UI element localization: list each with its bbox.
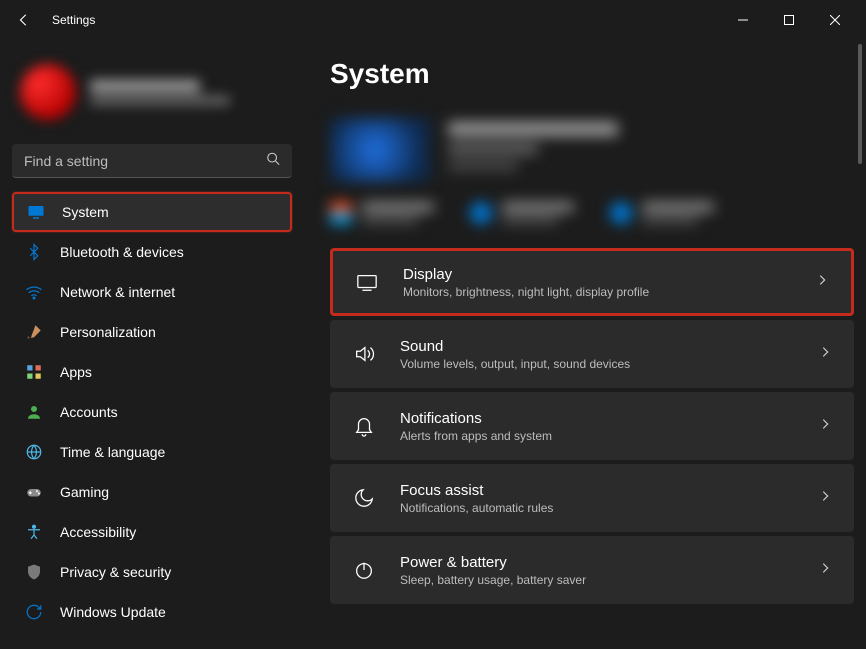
card-subtitle: Volume levels, output, input, sound devi… <box>400 357 818 371</box>
card-title: Sound <box>400 338 818 355</box>
chevron-right-icon <box>818 345 832 364</box>
sidebar-item-label: Bluetooth & devices <box>60 244 184 260</box>
sidebar-item-label: Windows Update <box>60 604 166 620</box>
person-icon <box>24 402 44 422</box>
card-title: Focus assist <box>400 482 818 499</box>
card-subtitle: Notifications, automatic rules <box>400 501 818 515</box>
setting-card-display[interactable]: Display Monitors, brightness, night ligh… <box>330 248 854 316</box>
chevron-right-icon <box>818 561 832 580</box>
sidebar-item-label: Network & internet <box>60 284 175 300</box>
bell-icon <box>352 414 376 438</box>
accessibility-icon <box>24 522 44 542</box>
app-title: Settings <box>52 13 95 27</box>
sidebar-item-label: Gaming <box>60 484 109 500</box>
scrollbar[interactable] <box>858 40 864 645</box>
setting-card-power[interactable]: Power & battery Sleep, battery usage, ba… <box>330 536 854 604</box>
power-icon <box>352 558 376 582</box>
status-row <box>330 202 854 224</box>
update-icon <box>24 602 44 622</box>
status-chip[interactable] <box>470 202 574 224</box>
profile-name <box>90 80 200 92</box>
sidebar-item-apps[interactable]: Apps <box>12 352 292 392</box>
card-subtitle: Sleep, battery usage, battery saver <box>400 573 818 587</box>
sidebar-item-accounts[interactable]: Accounts <box>12 392 292 432</box>
device-thumbnail <box>330 118 430 182</box>
globe-icon <box>24 442 44 462</box>
sidebar-item-label: Accessibility <box>60 524 136 540</box>
page-title: System <box>330 58 854 90</box>
display-icon <box>355 270 379 294</box>
back-button[interactable] <box>8 4 40 36</box>
avatar <box>20 64 76 120</box>
main-content: System Display Monitors, brightness, nig… <box>300 40 866 649</box>
sidebar-item-label: System <box>62 204 109 220</box>
sidebar-item-label: Privacy & security <box>60 564 171 580</box>
moon-icon <box>352 486 376 510</box>
apps-icon <box>24 362 44 382</box>
card-subtitle: Monitors, brightness, night light, displ… <box>403 285 815 299</box>
wifi-icon <box>24 282 44 302</box>
sidebar-item-label: Time & language <box>60 444 165 460</box>
maximize-button[interactable] <box>766 4 812 36</box>
status-chip[interactable] <box>330 202 434 224</box>
shield-icon <box>24 562 44 582</box>
chevron-right-icon <box>818 417 832 436</box>
sidebar-item-label: Personalization <box>60 324 156 340</box>
sidebar-item-personalization[interactable]: Personalization <box>12 312 292 352</box>
minimize-button[interactable] <box>720 4 766 36</box>
sidebar-item-accessibility[interactable]: Accessibility <box>12 512 292 552</box>
card-title: Notifications <box>400 410 818 427</box>
card-title: Power & battery <box>400 554 818 571</box>
card-title: Display <box>403 266 815 283</box>
sidebar-item-label: Apps <box>60 364 92 380</box>
sidebar-item-label: Accounts <box>60 404 118 420</box>
gamepad-icon <box>24 482 44 502</box>
sidebar: System Bluetooth & devices Network & inter… <box>0 40 300 649</box>
monitor-icon <box>26 202 46 222</box>
card-subtitle: Alerts from apps and system <box>400 429 818 443</box>
setting-card-notifications[interactable]: Notifications Alerts from apps and syste… <box>330 392 854 460</box>
profile-email <box>90 96 230 105</box>
sound-icon <box>352 342 376 366</box>
sidebar-item-bluetooth[interactable]: Bluetooth & devices <box>12 232 292 272</box>
sidebar-item-gaming[interactable]: Gaming <box>12 472 292 512</box>
chevron-right-icon <box>818 489 832 508</box>
setting-card-sound[interactable]: Sound Volume levels, output, input, soun… <box>330 320 854 388</box>
bluetooth-icon <box>24 242 44 262</box>
close-button[interactable] <box>812 4 858 36</box>
sidebar-item-privacy[interactable]: Privacy & security <box>12 552 292 592</box>
sidebar-item-update[interactable]: Windows Update <box>12 592 292 632</box>
sidebar-item-network[interactable]: Network & internet <box>12 272 292 312</box>
chevron-right-icon <box>815 273 829 292</box>
sidebar-item-time[interactable]: Time & language <box>12 432 292 472</box>
device-info[interactable] <box>330 118 854 182</box>
sidebar-item-system[interactable]: System <box>12 192 292 232</box>
profile-block[interactable] <box>12 52 292 144</box>
brush-icon <box>24 322 44 342</box>
setting-card-focus[interactable]: Focus assist Notifications, automatic ru… <box>330 464 854 532</box>
search-icon <box>266 152 280 171</box>
search-input[interactable] <box>12 144 292 178</box>
status-chip[interactable] <box>610 202 714 224</box>
